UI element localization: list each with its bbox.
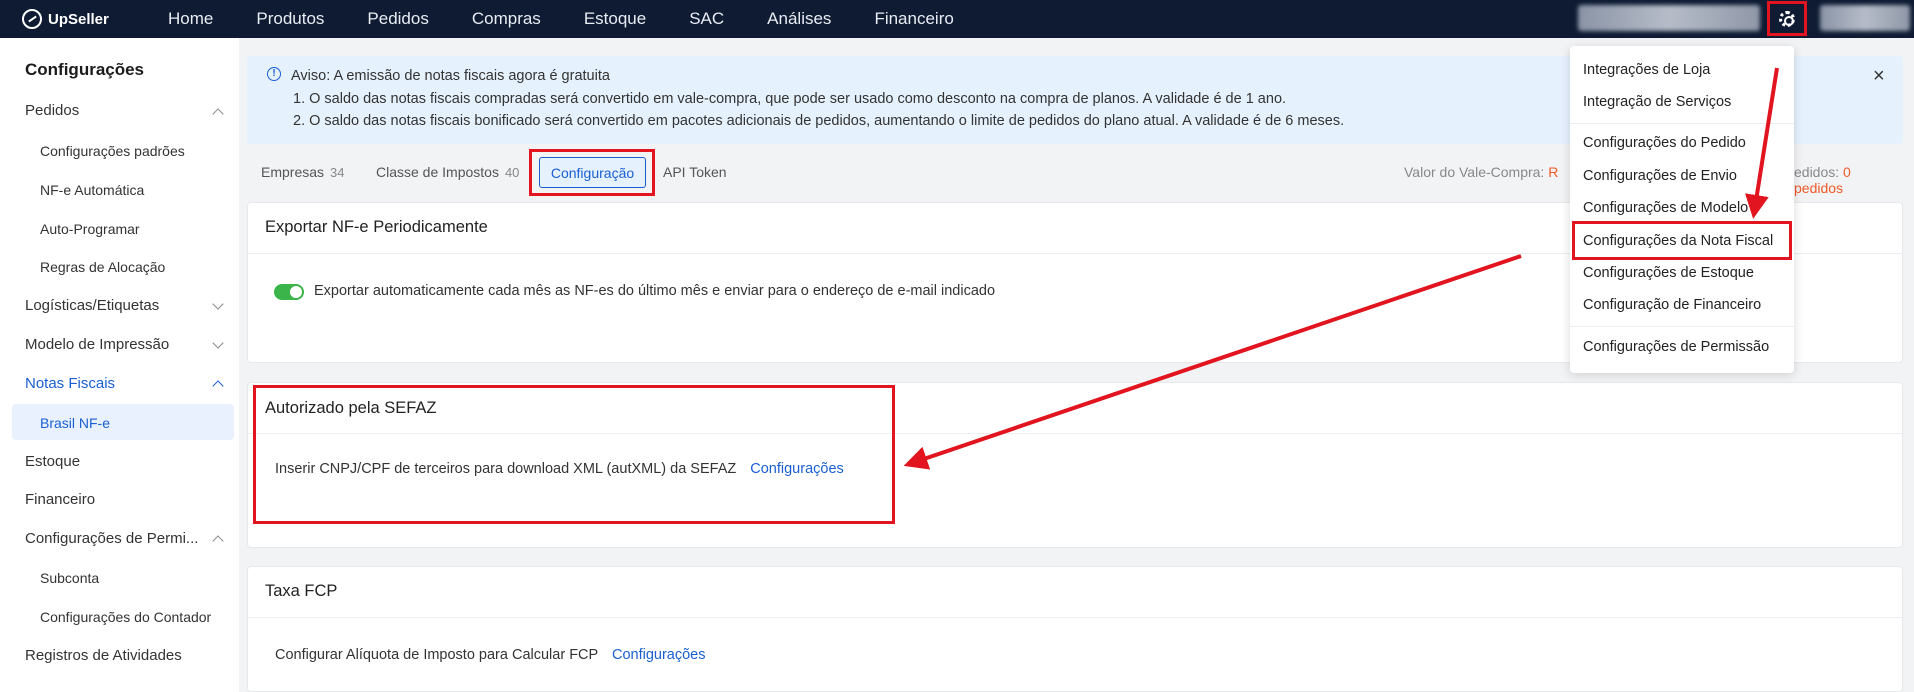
sidebar-item-estoque[interactable]: Estoque xyxy=(25,453,80,470)
sidebar-item-config-padroes[interactable]: Configurações padrões xyxy=(40,143,185,159)
app-logo[interactable]: UpSeller xyxy=(22,9,134,29)
blurred-account-info xyxy=(1578,5,1760,31)
menu-item-config-nota-fiscal[interactable]: Configurações da Nota Fiscal xyxy=(1583,233,1773,249)
menu-item-integracao-servicos[interactable]: Integração de Serviços xyxy=(1583,94,1731,110)
sidebar-item-auto-programar[interactable]: Auto-Programar xyxy=(40,221,140,237)
logo-text: UpSeller xyxy=(48,10,109,28)
menu-divider xyxy=(1570,123,1794,124)
gear-icon xyxy=(1779,10,1795,27)
sidebar-item-regras-alocacao[interactable]: Regras de Alocação xyxy=(40,259,165,275)
notice-line-1: 1. O saldo das notas fiscais compradas s… xyxy=(293,91,1287,107)
nav-pedidos[interactable]: Pedidos xyxy=(367,9,428,29)
close-icon[interactable]: × xyxy=(1873,65,1885,88)
sidebar-item-modelo-impressao[interactable]: Modelo de Impressão xyxy=(25,336,169,353)
sidebar-item-logisticas[interactable]: Logísticas/Etiquetas xyxy=(25,297,159,314)
tab-empresas[interactable]: Empresas 34 xyxy=(261,164,345,180)
nav-estoque[interactable]: Estoque xyxy=(584,9,646,29)
sidebar-item-contador[interactable]: Configurações do Contador xyxy=(40,609,211,625)
fcp-text: Configurar Alíquota de Imposto para Calc… xyxy=(275,647,598,663)
annotation-box xyxy=(253,385,895,524)
sidebar-item-subconta[interactable]: Subconta xyxy=(40,570,99,586)
card-title: Taxa FCP xyxy=(265,582,338,600)
chevron-down-icon[interactable] xyxy=(212,337,224,349)
sidebar-item-notas-fiscais[interactable]: Notas Fiscais xyxy=(25,375,115,392)
chevron-up-icon[interactable] xyxy=(212,380,224,392)
nav-sac[interactable]: SAC xyxy=(689,9,724,29)
nav-analises[interactable]: Análises xyxy=(767,9,831,29)
fcp-description: Configurar Alíquota de Imposto para Calc… xyxy=(275,647,705,663)
chevron-down-icon[interactable] xyxy=(212,298,224,310)
menu-item-config-envio[interactable]: Configurações de Envio xyxy=(1583,168,1737,184)
menu-item-config-financeiro[interactable]: Configuração de Financeiro xyxy=(1583,297,1761,313)
tab-api-token[interactable]: API Token xyxy=(663,164,727,180)
vale-compra-label: Valor do Vale-Compra: xyxy=(1404,164,1545,180)
menu-item-integracoes-loja[interactable]: Integrações de Loja xyxy=(1583,62,1710,78)
nav-home[interactable]: Home xyxy=(168,9,213,29)
main-nav: Home Produtos Pedidos Compras Estoque SA… xyxy=(134,9,997,29)
sidebar-item-pedidos[interactable]: Pedidos xyxy=(25,102,79,119)
chevron-up-icon[interactable] xyxy=(212,535,224,547)
blurred-user-menu[interactable] xyxy=(1820,5,1910,31)
menu-item-config-pedido[interactable]: Configurações do Pedido xyxy=(1583,135,1746,151)
menu-divider xyxy=(1570,326,1794,327)
card-divider xyxy=(248,617,1902,618)
tab-label: Empresas xyxy=(261,164,325,180)
upseller-logo-icon xyxy=(22,9,42,29)
sidebar-item-nfe-automatica[interactable]: NF-e Automática xyxy=(40,182,144,198)
settings-button[interactable] xyxy=(1767,1,1807,36)
nav-compras[interactable]: Compras xyxy=(472,9,541,29)
tab-configuracao[interactable]: Configuração xyxy=(539,157,646,188)
export-toggle[interactable] xyxy=(274,284,304,300)
card-taxa-fcp: Taxa FCP Configurar Alíquota de Imposto … xyxy=(247,566,1903,692)
tab-classe-impostos[interactable]: Classe de Impostos 40 xyxy=(376,164,519,180)
pedidos-label: edidos: xyxy=(1794,164,1840,180)
fcp-configuracoes-link[interactable]: Configurações xyxy=(612,647,706,663)
nav-produtos[interactable]: Produtos xyxy=(256,9,324,29)
info-icon: ! xyxy=(267,67,281,81)
menu-item-config-permissao[interactable]: Configurações de Permissão xyxy=(1583,339,1769,355)
pedidos-info: edidos: 0 pedidos xyxy=(1794,164,1903,196)
sidebar-title: Configurações xyxy=(25,60,145,79)
chevron-up-icon[interactable] xyxy=(212,108,224,120)
tab-count: 34 xyxy=(330,165,345,180)
card-title: Exportar NF-e Periodicamente xyxy=(265,218,488,236)
sidebar-item-financeiro[interactable]: Financeiro xyxy=(25,491,95,508)
sidebar-item-registros[interactable]: Registros de Atividades xyxy=(25,647,182,664)
settings-dropdown: Integrações de Loja Integração de Serviç… xyxy=(1570,46,1794,373)
sidebar-item-brasil-nfe[interactable]: Brasil NF-e xyxy=(40,415,110,431)
tab-count: 40 xyxy=(504,165,520,180)
notice-line-2: 2. O saldo das notas fiscais bonificado … xyxy=(293,113,1345,129)
menu-item-config-modelo[interactable]: Configurações de Modelo xyxy=(1583,200,1748,216)
tab-label: Classe de Impostos xyxy=(376,164,499,180)
settings-sidebar: Configurações Pedidos Configurações padr… xyxy=(0,38,239,692)
vale-compra-value: R xyxy=(1548,164,1559,180)
menu-item-config-estoque[interactable]: Configurações de Estoque xyxy=(1583,265,1754,281)
export-description: Exportar automaticamente cada mês as NF-… xyxy=(314,283,996,299)
sidebar-item-permissao[interactable]: Configurações de Permi... xyxy=(25,530,198,547)
nav-financeiro[interactable]: Financeiro xyxy=(874,9,953,29)
vale-compra-info: Valor do Vale-Compra: R xyxy=(1404,164,1558,180)
notice-title: Aviso: A emissão de notas fiscais agora … xyxy=(291,68,610,84)
